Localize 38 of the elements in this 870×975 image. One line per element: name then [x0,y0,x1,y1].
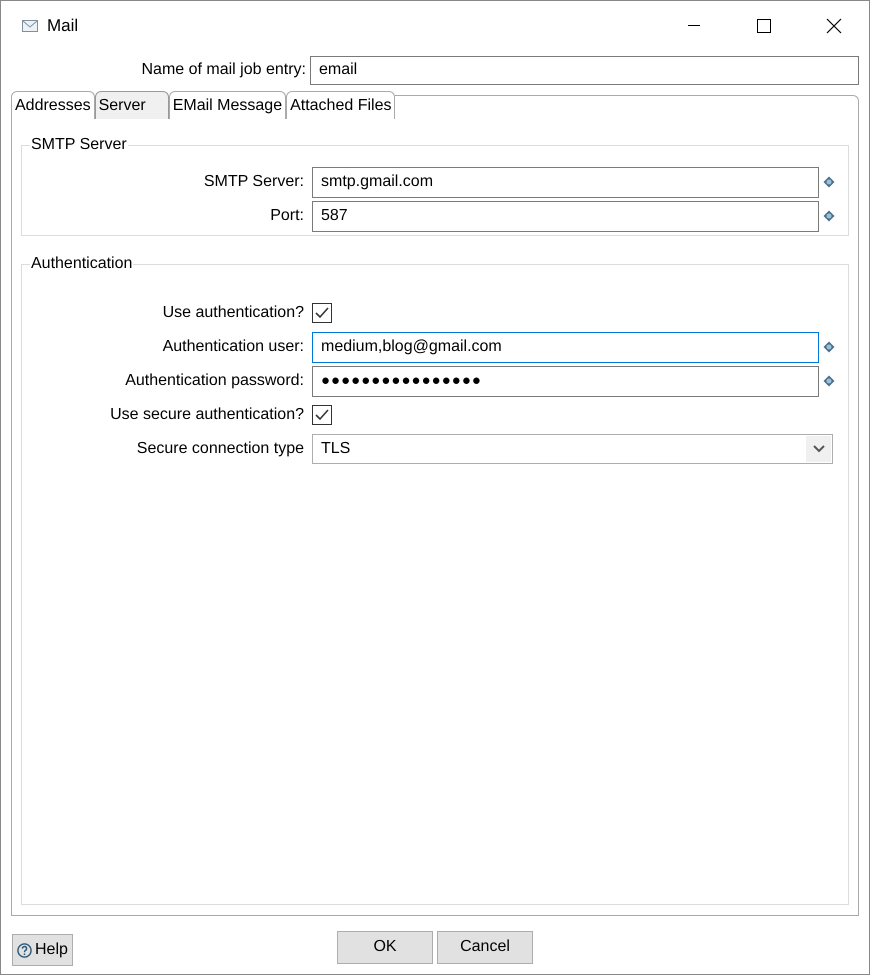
checkbox[interactable] [312,303,332,323]
minimize-icon [688,25,700,27]
close-icon [826,18,842,34]
field-label: Use secure authentication? [110,406,304,423]
field-label: Port: [270,207,304,224]
help-button[interactable]: Help [12,934,73,966]
help-icon [17,942,32,958]
tab[interactable]: EMail Message [168,91,286,119]
group-title: Authentication [30,254,134,274]
chevron-down-icon [806,436,831,462]
connection-type-dropdown[interactable]: TLS [312,434,833,464]
job-name-label: Name of mail job entry: [141,60,306,80]
job-name-field[interactable]: email [310,56,859,84]
field-label: Use authentication? [162,304,304,321]
field-label: Authentication user: [162,338,304,355]
text-field[interactable]: smtp.gmail.com [312,166,819,198]
window-title: Mail [47,15,78,38]
variable-icon [823,210,835,222]
variable-icon [823,341,835,353]
field-label: SMTP Server: [204,173,304,190]
envelope-icon [22,20,38,32]
check-icon [315,307,329,319]
maximize-icon [757,19,771,33]
ok-button[interactable]: OK [337,930,433,964]
cancel-button[interactable]: Cancel [437,930,533,964]
group-title: SMTP Server [30,135,128,155]
field-label: Authentication password: [125,372,304,389]
password-field[interactable]: ●●●●●●●●●●●●●●●● [312,366,819,396]
check-icon [315,409,329,421]
tab[interactable]: Addresses [11,91,95,119]
field-label: Secure connection type [136,440,304,457]
variable-icon [823,375,835,387]
tab[interactable]: Attached Files [286,91,396,119]
variable-icon [823,176,835,188]
tab[interactable]: Server [94,91,169,119]
checkbox[interactable] [312,405,332,425]
text-field[interactable]: 587 [312,200,819,232]
text-field[interactable]: medium,blog@gmail.com [312,332,819,362]
